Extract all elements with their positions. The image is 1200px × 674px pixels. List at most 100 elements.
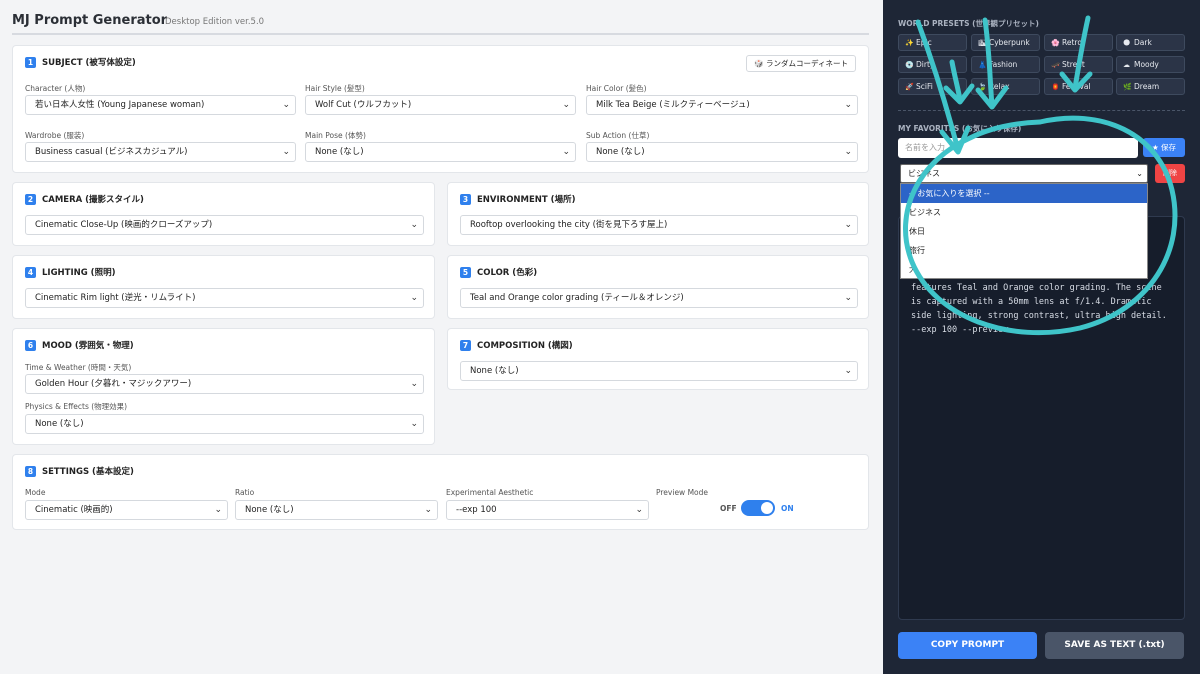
preview-mode-toggle[interactable]	[741, 500, 775, 516]
preview-off-label: OFF	[720, 504, 737, 513]
environment-heading: 3 ENVIRONMENT (場所)	[460, 193, 575, 205]
environment-select[interactable]: Rooftop overlooking the city (街を見下ろす屋上) ⌄	[460, 215, 858, 235]
preset-label: Festival	[1062, 82, 1091, 91]
dropdown-option[interactable]: -- お気に入りを選択 --	[901, 184, 1147, 203]
character-label: Character (人物)	[25, 84, 86, 93]
preset-label: SciFi	[916, 82, 933, 91]
world-presets-title: WORLD PRESETS (世界観プリセット)	[898, 19, 1039, 28]
chevron-down-icon: ⌄	[844, 100, 852, 110]
preset-icon: 🌿	[1123, 83, 1132, 91]
chevron-down-icon: ⌄	[410, 220, 418, 230]
composition-select[interactable]: None (なし) ⌄	[460, 361, 858, 381]
color-heading: 5 COLOR (色彩)	[460, 266, 537, 278]
preset-icon: ✨	[905, 39, 914, 47]
chevron-down-icon: ⌄	[410, 379, 418, 389]
exp-select[interactable]: --exp 100 ⌄	[446, 500, 649, 520]
color-select[interactable]: Teal and Orange color grading (ティール＆オレンジ…	[460, 288, 858, 308]
preset-label: Moody	[1134, 60, 1159, 69]
delete-favorite-button[interactable]: 削除	[1155, 164, 1185, 183]
dropdown-option[interactable]: ビジネス	[901, 203, 1147, 222]
preset-label: Fashion	[989, 60, 1018, 69]
subaction-label: Sub Action (仕草)	[586, 131, 650, 140]
dice-icon: 🎲	[754, 59, 767, 68]
preset-button-retro[interactable]: 🌸 Retro	[1044, 34, 1113, 51]
chevron-down-icon: ⌄	[282, 147, 290, 157]
preset-label: Cyberpunk	[989, 38, 1030, 47]
chevron-down-icon: ⌄	[844, 293, 852, 303]
subaction-select[interactable]: None (なし) ⌄	[586, 142, 858, 162]
app-title: MJ Prompt Generator	[12, 13, 168, 28]
preset-label: Dirty	[916, 60, 935, 69]
preset-button-scifi[interactable]: 🚀 SciFi	[898, 78, 967, 95]
composition-card: 7 COMPOSITION (構図) None (なし) ⌄	[447, 328, 869, 390]
color-card: 5 COLOR (色彩) Teal and Orange color gradin…	[447, 255, 869, 319]
mode-label: Mode	[25, 488, 46, 497]
hairstyle-select[interactable]: Wolf Cut (ウルフカット) ⌄	[305, 95, 576, 115]
chevron-down-icon: ⌄	[562, 100, 570, 110]
chevron-down-icon: ⌄	[424, 505, 432, 515]
time-weather-select[interactable]: Golden Hour (夕暮れ・マジックアワー) ⌄	[25, 374, 424, 394]
wardrobe-label: Wardrobe (服装)	[25, 131, 85, 140]
favorites-dropdown: -- お気に入りを選択 -- ビジネス 休日 旅行 犬	[900, 183, 1148, 279]
settings-heading: 8 SETTINGS (基本設定)	[25, 465, 134, 477]
lighting-heading: 4 LIGHTING (照明)	[25, 266, 115, 278]
preview-mode-label: Preview Mode	[656, 488, 709, 497]
preset-label: Relax	[989, 82, 1010, 91]
composition-heading: 7 COMPOSITION (構図)	[460, 339, 573, 351]
haircolor-label: Hair Color (髪色)	[586, 84, 647, 93]
preset-button-street[interactable]: 🛹 Street	[1044, 56, 1113, 73]
mainpose-select[interactable]: None (なし) ⌄	[305, 142, 576, 162]
dropdown-option[interactable]: 犬	[901, 260, 1147, 279]
preset-label: Retro	[1062, 38, 1082, 47]
preset-button-fashion[interactable]: 👗 Fashion	[971, 56, 1040, 73]
chevron-down-icon: ⌄	[562, 147, 570, 157]
preset-button-relax[interactable]: 🍃 Relax	[971, 78, 1040, 95]
subject-card: 1 SUBJECT (被写体設定) 🎲 ランダムコーディネート Character…	[12, 45, 869, 173]
chevron-down-icon: ⌄	[410, 419, 418, 429]
chevron-down-icon: ⌄	[282, 100, 290, 110]
camera-card: 2 CAMERA (撮影スタイル) Cinematic Close-Up (映画的…	[12, 182, 435, 246]
preset-button-cyberpunk[interactable]: 🏙 Cyberpunk	[971, 34, 1040, 51]
mode-select[interactable]: Cinematic (映画的) ⌄	[25, 500, 228, 520]
preset-button-dark[interactable]: 🌑 Dark	[1116, 34, 1185, 51]
save-favorite-button[interactable]: ★ 保存	[1143, 138, 1185, 157]
preset-label: Street	[1062, 60, 1085, 69]
preset-button-festival[interactable]: 🏮 Festival	[1044, 78, 1113, 95]
chevron-down-icon: ⌄	[1136, 169, 1143, 178]
favorites-select[interactable]: ビジネス ⌄	[900, 164, 1148, 183]
preset-icon: 🏮	[1051, 83, 1060, 91]
lighting-card: 4 LIGHTING (照明) Cinematic Rim light (逆光・リ…	[12, 255, 435, 319]
haircolor-select[interactable]: Milk Tea Beige (ミルクティーベージュ) ⌄	[586, 95, 858, 115]
chevron-down-icon: ⌄	[844, 366, 852, 376]
divider	[898, 110, 1185, 111]
preset-button-dream[interactable]: 🌿 Dream	[1116, 78, 1185, 95]
toggle-knob	[761, 502, 773, 514]
chevron-down-icon: ⌄	[214, 505, 222, 515]
copy-prompt-button[interactable]: COPY PROMPT	[898, 632, 1037, 659]
favorite-name-input[interactable]: 名前を入力	[898, 138, 1138, 158]
hairstyle-label: Hair Style (髪型)	[305, 84, 365, 93]
ratio-select[interactable]: None (なし) ⌄	[235, 500, 438, 520]
save-as-text-button[interactable]: SAVE AS TEXT (.txt)	[1045, 632, 1184, 659]
wardrobe-select[interactable]: Business casual (ビジネスカジュアル) ⌄	[25, 142, 296, 162]
preset-label: Dream	[1134, 82, 1160, 91]
dropdown-option[interactable]: 休日	[901, 222, 1147, 241]
camera-select[interactable]: Cinematic Close-Up (映画的クローズアップ) ⌄	[25, 215, 424, 235]
preset-icon: 🍃	[978, 83, 987, 91]
lighting-select[interactable]: Cinematic Rim light (逆光・リムライト) ⌄	[25, 288, 424, 308]
time-weather-label: Time & Weather (時間・天気)	[25, 363, 132, 372]
mainpose-label: Main Pose (体勢)	[305, 131, 366, 140]
preset-icon: 👗	[978, 61, 987, 69]
random-coordinate-button[interactable]: 🎲 ランダムコーディネート	[746, 55, 856, 72]
dropdown-option[interactable]: 旅行	[901, 241, 1147, 260]
subject-heading: 1 SUBJECT (被写体設定)	[25, 56, 136, 68]
preset-icon: 🌸	[1051, 39, 1060, 47]
app-header: MJ Prompt Generator Desktop Edition ver.…	[12, 13, 869, 35]
character-select[interactable]: 若い日本人女性 (Young Japanese woman) ⌄	[25, 95, 296, 115]
preset-button-moody[interactable]: ☁ Moody	[1116, 56, 1185, 73]
settings-card: 8 SETTINGS (基本設定) Mode Cinematic (映画的) ⌄ R…	[12, 454, 869, 530]
main-panel: MJ Prompt Generator Desktop Edition ver.…	[0, 0, 883, 674]
physics-effects-select[interactable]: None (なし) ⌄	[25, 414, 424, 434]
preset-button-epic[interactable]: ✨ Epic	[898, 34, 967, 51]
preset-button-dirty[interactable]: 💿 Dirty	[898, 56, 967, 73]
